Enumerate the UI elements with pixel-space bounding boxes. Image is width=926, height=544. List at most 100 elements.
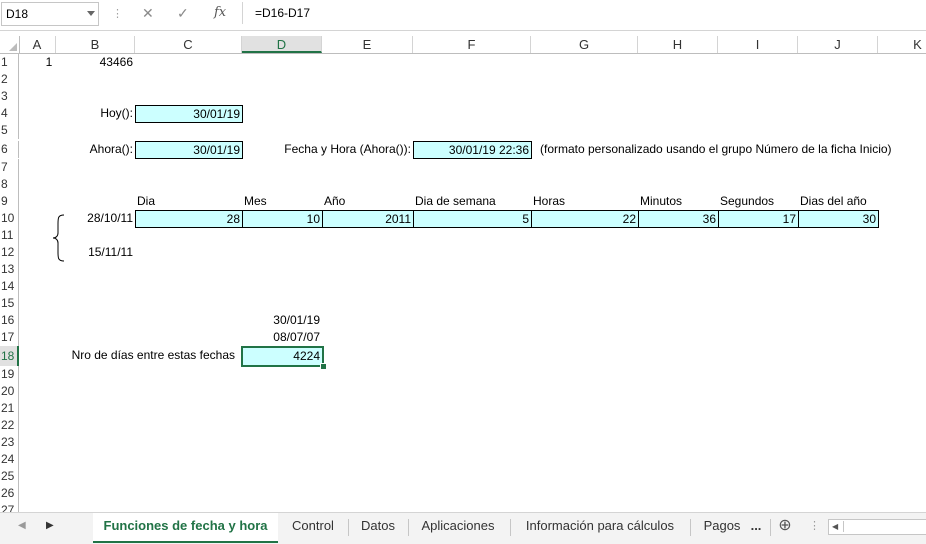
- column-header-d[interactable]: D: [242, 36, 322, 53]
- row-header[interactable]: 9: [0, 193, 19, 210]
- tab-separator: [408, 519, 409, 536]
- cell-g10[interactable]: 22: [531, 210, 639, 228]
- column-header-k[interactable]: K: [878, 36, 926, 53]
- cell-d17[interactable]: 08/07/07: [242, 329, 322, 346]
- row-header[interactable]: 16: [0, 312, 19, 329]
- scrollbar-thumb[interactable]: [843, 521, 926, 532]
- column-header-a[interactable]: A: [19, 36, 56, 53]
- column-header-e[interactable]: E: [322, 36, 413, 53]
- cancel-icon[interactable]: ✕: [142, 5, 154, 22]
- cell-c9[interactable]: Dia: [135, 193, 242, 210]
- cell-d18-active[interactable]: 4224: [241, 346, 324, 367]
- column-header-h[interactable]: H: [638, 36, 718, 53]
- add-sheet-icon[interactable]: ⊕: [774, 513, 796, 541]
- scroll-tabs-right-icon[interactable]: ▶: [46, 520, 54, 531]
- fill-handle[interactable]: [320, 363, 327, 370]
- more-tabs-button[interactable]: ...: [745, 513, 767, 541]
- tab-aplicaciones[interactable]: Aplicaciones: [410, 513, 506, 541]
- cell-f10[interactable]: 5: [413, 210, 532, 228]
- cell-e9[interactable]: Año: [322, 193, 413, 210]
- cell-b4[interactable]: Hoy():: [56, 105, 135, 122]
- row-header[interactable]: 23: [0, 434, 19, 451]
- row-header[interactable]: 17: [0, 329, 19, 346]
- cell-b1[interactable]: 43466: [56, 54, 135, 71]
- row-header[interactable]: 18: [0, 346, 19, 366]
- insert-function-icon[interactable]: fx: [214, 5, 226, 20]
- cell-e6[interactable]: Fecha y Hora (Ahora()):: [242, 141, 413, 158]
- column-header-b[interactable]: B: [56, 36, 135, 53]
- row-header[interactable]: 13: [0, 261, 19, 278]
- name-box[interactable]: D18: [1, 2, 99, 26]
- tab-separator: [690, 519, 691, 536]
- name-box-value: D18: [6, 7, 29, 21]
- column-header-g[interactable]: G: [531, 36, 638, 53]
- cell-i9[interactable]: Segundos: [718, 193, 798, 210]
- row-header[interactable]: 27: [0, 502, 19, 512]
- cell-d16[interactable]: 30/01/19: [242, 312, 322, 329]
- cell-c4[interactable]: 30/01/19: [135, 105, 243, 123]
- row-header[interactable]: 20: [0, 383, 19, 400]
- cell-b12[interactable]: 15/11/11: [56, 244, 135, 261]
- select-all-corner[interactable]: [0, 36, 20, 53]
- tab-separator: [348, 519, 349, 536]
- cell-f9[interactable]: Dia de semana: [413, 193, 531, 210]
- horizontal-scrollbar[interactable]: ◀: [828, 519, 926, 535]
- tab-pagos[interactable]: Pagos: [694, 513, 750, 541]
- row-header[interactable]: 10: [0, 210, 19, 227]
- row-header[interactable]: 6: [0, 141, 19, 158]
- chevron-down-icon[interactable]: [87, 11, 95, 16]
- cell-d10[interactable]: 10: [242, 210, 323, 228]
- cell-c10[interactable]: 28: [135, 210, 243, 228]
- row-header[interactable]: 22: [0, 417, 19, 434]
- formula-bar: D18 ⋮ ✕ ✓ fx =D16-D17: [0, 0, 926, 31]
- formula-input[interactable]: =D16-D17: [242, 2, 926, 24]
- cell-b10[interactable]: 28/10/11: [56, 210, 135, 227]
- cell-h10[interactable]: 36: [638, 210, 719, 228]
- splitter-handle-icon[interactable]: ⋮: [809, 519, 820, 532]
- row-header[interactable]: 1: [0, 54, 19, 71]
- sheet-tab-bar: ◀ ▶ Funciones de fecha y hora Control Da…: [0, 512, 926, 544]
- row-header[interactable]: 5: [0, 122, 19, 139]
- column-header-c[interactable]: C: [135, 36, 242, 53]
- column-header: A B C D E F G H I J K: [0, 36, 926, 54]
- cell-e10[interactable]: 2011: [322, 210, 414, 228]
- row-header[interactable]: 15: [0, 295, 19, 312]
- cell-f6[interactable]: 30/01/19 22:36: [413, 141, 532, 159]
- more-icon: ⋮: [112, 8, 123, 20]
- select-all-triangle-icon: [9, 43, 17, 51]
- column-header-i[interactable]: I: [718, 36, 798, 53]
- cell-h9[interactable]: Minutos: [638, 193, 718, 210]
- column-header-j[interactable]: J: [798, 36, 878, 53]
- row-header[interactable]: 25: [0, 468, 19, 485]
- column-header-f[interactable]: F: [413, 36, 531, 53]
- cell-j9[interactable]: Dias del año: [798, 193, 878, 210]
- tab-control[interactable]: Control: [280, 513, 346, 541]
- tab-datos[interactable]: Datos: [350, 513, 406, 541]
- tab-funciones-de-fecha-y-hora[interactable]: Funciones de fecha y hora: [93, 513, 278, 543]
- row-header[interactable]: 2: [0, 71, 19, 88]
- scroll-left-icon[interactable]: ◀: [832, 522, 838, 531]
- cell-c6[interactable]: 30/01/19: [135, 141, 243, 159]
- row-header[interactable]: 24: [0, 451, 19, 468]
- row-header[interactable]: 12: [0, 244, 19, 261]
- tab-informacion-para-calculos[interactable]: Información para cálculos: [512, 513, 688, 541]
- row-header[interactable]: 3: [0, 88, 19, 105]
- row-header[interactable]: 7: [0, 159, 19, 176]
- row-header[interactable]: 8: [0, 176, 19, 193]
- row-header[interactable]: 26: [0, 485, 19, 502]
- scroll-tabs-left-icon[interactable]: ◀: [18, 520, 26, 531]
- tab-separator: [770, 519, 771, 536]
- row-header[interactable]: 21: [0, 400, 19, 417]
- cell-i10[interactable]: 17: [718, 210, 799, 228]
- cell-g6[interactable]: (formato personalizado usando el grupo N…: [538, 141, 926, 158]
- cell-d9[interactable]: Mes: [242, 193, 322, 210]
- cell-b18[interactable]: Nro de días entre estas fechas: [19, 347, 237, 364]
- cell-b6[interactable]: Ahora():: [56, 141, 135, 158]
- row-header[interactable]: 19: [0, 366, 19, 383]
- cell-g9[interactable]: Horas: [531, 193, 638, 210]
- cell-j10[interactable]: 30: [798, 210, 879, 228]
- row-header[interactable]: 11: [0, 227, 19, 244]
- row-header[interactable]: 14: [0, 278, 19, 295]
- enter-icon[interactable]: ✓: [177, 5, 189, 22]
- row-header[interactable]: 4: [0, 105, 19, 122]
